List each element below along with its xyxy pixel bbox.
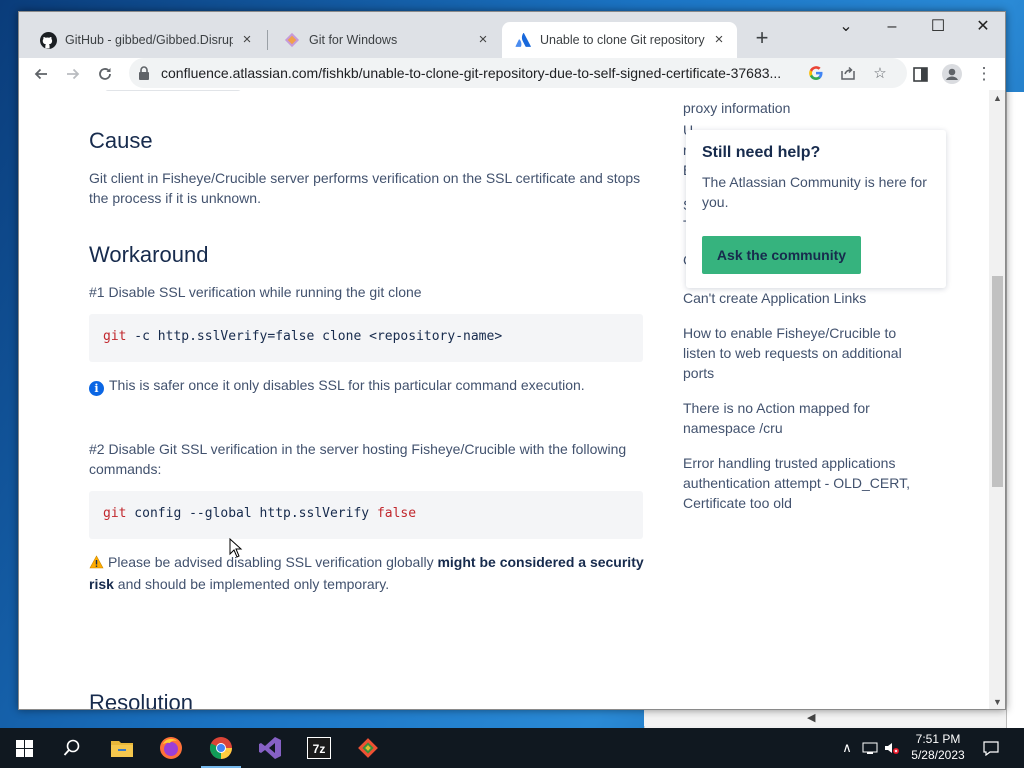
tab-title: Git for Windows xyxy=(309,33,398,47)
related-link[interactable]: Can't create Application Links xyxy=(683,288,923,308)
related-link[interactable]: There is no Action mapped for namespace … xyxy=(683,398,923,438)
github-icon xyxy=(39,31,57,49)
warning-text: Please be advised disabling SSL verifica… xyxy=(108,554,438,570)
search-icon[interactable] xyxy=(48,728,96,768)
help-card: Still need help? The Atlassian Community… xyxy=(686,130,946,288)
background-window-hscroll[interactable]: ◀ xyxy=(644,709,1006,726)
chrome-browser-window: GitHub - gibbed/Gibbed.Disrupt × Git for… xyxy=(18,11,1006,710)
svg-text:7z: 7z xyxy=(313,742,326,756)
warning-note: Please be advised disabling SSL verifica… xyxy=(89,552,644,594)
scroll-left-icon[interactable]: ◀ xyxy=(807,711,815,724)
help-card-description: The Atlassian Community is here for you. xyxy=(702,174,927,210)
reload-icon[interactable] xyxy=(91,60,119,88)
lock-icon[interactable] xyxy=(138,66,150,80)
atlassian-icon xyxy=(514,31,532,49)
git-diamond-icon xyxy=(283,31,301,49)
info-note: i This is safer once it only disables SSL… xyxy=(89,375,644,396)
new-tab-button[interactable]: + xyxy=(748,25,776,53)
tab-strip: GitHub - gibbed/Gibbed.Disrupt × Git for… xyxy=(19,12,1005,58)
close-tab-icon[interactable]: × xyxy=(475,32,491,48)
forward-arrow-icon[interactable] xyxy=(59,60,87,88)
code-text: -c http.sslVerify=false clone <repositor… xyxy=(126,329,503,344)
page-scrollbar[interactable]: ▲ ▼ xyxy=(989,90,1005,709)
scroll-up-icon[interactable]: ▲ xyxy=(989,90,1005,107)
visual-studio-icon[interactable] xyxy=(246,728,294,768)
clock-time: 7:51 PM xyxy=(915,732,961,746)
url-text[interactable]: confluence.atlassian.com/fishkb/unable-t… xyxy=(161,65,801,81)
help-card-title: Still need help? xyxy=(702,144,821,161)
network-icon[interactable] xyxy=(860,728,880,768)
tab-github[interactable]: GitHub - gibbed/Gibbed.Disrupt × xyxy=(27,22,265,58)
7zip-icon[interactable]: 7z xyxy=(295,728,343,768)
firefox-icon[interactable] xyxy=(147,728,195,768)
chrome-taskbar-icon[interactable] xyxy=(197,728,245,768)
tab-separator xyxy=(267,30,268,50)
warning-icon xyxy=(89,554,104,574)
maximize-button[interactable]: ☐ xyxy=(915,14,961,40)
code-block-2[interactable]: git config --global http.sslVerify false xyxy=(89,491,643,539)
related-link[interactable]: How to enable Fisheye/Crucible to listen… xyxy=(683,323,923,383)
taskbar-clock[interactable]: 7:51 PM 5/28/2023 xyxy=(898,731,978,763)
tab-search-chevron-icon[interactable]: ⌄ xyxy=(823,14,869,40)
cause-heading: Cause xyxy=(89,128,153,153)
code-block-1[interactable]: git -c http.sslVerify=false clone <repos… xyxy=(89,314,643,362)
profile-avatar-icon[interactable] xyxy=(938,60,966,88)
file-explorer-icon[interactable] xyxy=(98,728,146,768)
clock-date: 5/28/2023 xyxy=(911,748,965,762)
address-bar[interactable]: confluence.atlassian.com/fishkb/unable-t… xyxy=(129,58,907,88)
tab-title: Unable to clone Git repository d xyxy=(540,33,705,47)
tray-overflow-chevron-icon[interactable]: ∧ xyxy=(838,728,856,768)
share-icon[interactable] xyxy=(837,62,859,84)
tab-title: GitHub - gibbed/Gibbed.Disrupt xyxy=(65,33,233,47)
tab-atlassian-active[interactable]: Unable to clone Git repository d × xyxy=(502,22,737,58)
step2-text: #2 Disable Git SSL verification in the s… xyxy=(89,441,627,477)
side-panel-icon[interactable] xyxy=(906,60,934,88)
scrollbar-thumb[interactable] xyxy=(992,276,1003,487)
start-windows-icon[interactable] xyxy=(0,728,48,768)
info-note-text: This is safer once it only disables SSL … xyxy=(109,377,585,393)
google-lens-icon[interactable] xyxy=(805,62,827,84)
close-tab-icon[interactable]: × xyxy=(711,32,727,48)
workaround-heading: Workaround xyxy=(89,242,209,267)
close-tab-icon[interactable]: × xyxy=(239,32,255,48)
chrome-menu-icon[interactable]: ⋮ xyxy=(970,60,998,88)
previous-section-box xyxy=(105,90,241,91)
ask-community-button[interactable]: Ask the community xyxy=(702,236,861,274)
step1-text: #1 Disable SSL verification while runnin… xyxy=(89,284,422,300)
tab-git-for-windows[interactable]: Git for Windows × xyxy=(271,22,501,58)
related-link[interactable]: Error handling trusted applications auth… xyxy=(683,453,923,513)
cause-paragraph: Git client in Fisheye/Crucible server pe… xyxy=(89,170,641,206)
windows-taskbar: 7z ∧ 7:51 PM 5/28/2023 xyxy=(0,728,1024,768)
browser-toolbar: confluence.atlassian.com/fishkb/unable-t… xyxy=(19,58,1005,90)
code-keyword: git xyxy=(103,506,127,521)
page-content: Cause Git client in Fisheye/Crucible ser… xyxy=(19,90,989,710)
info-icon: i xyxy=(89,381,104,396)
bookmark-star-icon[interactable]: ☆ xyxy=(869,62,891,84)
git-gui-icon[interactable] xyxy=(344,728,392,768)
mouse-cursor-icon xyxy=(229,537,243,563)
scroll-down-icon[interactable]: ▼ xyxy=(989,694,1005,709)
code-keyword-false: false xyxy=(376,506,417,521)
notification-center-icon[interactable] xyxy=(980,728,1002,768)
minimize-button[interactable]: – xyxy=(869,14,915,40)
code-text: config --global http.sslVerify xyxy=(126,506,377,521)
resolution-heading: Resolution xyxy=(89,690,193,710)
sidebar-proxy-link[interactable]: proxy information xyxy=(683,98,923,118)
background-window-right-edge xyxy=(1006,92,1024,728)
back-arrow-icon[interactable] xyxy=(27,60,55,88)
code-keyword: git xyxy=(103,329,127,344)
close-window-button[interactable]: ✕ xyxy=(960,14,1005,40)
warning-text-end: and should be implemented only temporary… xyxy=(113,576,390,592)
